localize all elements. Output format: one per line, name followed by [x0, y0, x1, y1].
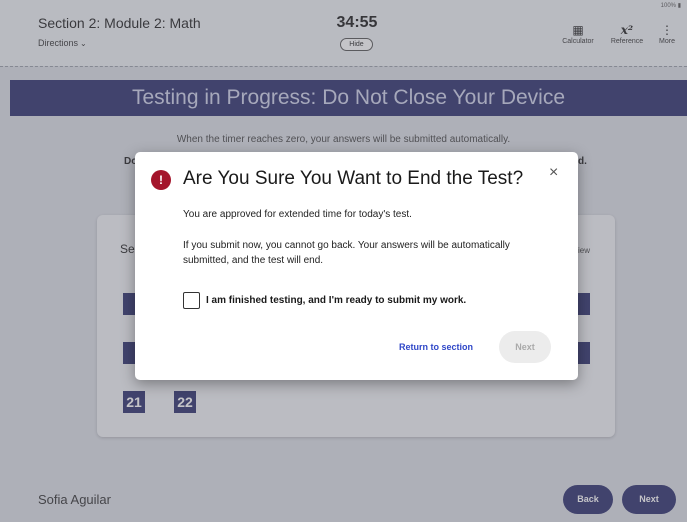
submit-warning-text: If you submit now, you cannot go back. Y…: [183, 240, 510, 266]
warning-icon: !: [151, 170, 171, 190]
finished-testing-label[interactable]: I am finished testing, and I'm ready to …: [206, 295, 466, 306]
finished-testing-checkbox[interactable]: [183, 292, 200, 309]
close-icon[interactable]: ×: [549, 164, 558, 182]
return-to-section-link[interactable]: Return to section: [399, 342, 473, 352]
end-test-dialog: ! Are You Sure You Want to End the Test?…: [135, 152, 578, 380]
dialog-title: Are You Sure You Want to End the Test?: [183, 168, 524, 189]
extended-time-notice: You are approved for extended time for t…: [183, 209, 412, 220]
dialog-next-button[interactable]: Next: [499, 331, 551, 363]
